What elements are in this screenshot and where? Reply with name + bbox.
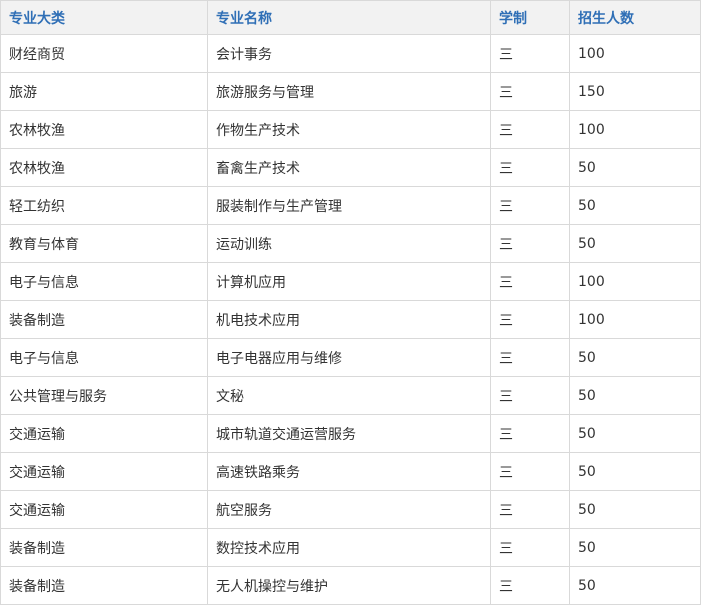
table-row: 公共管理与服务 文秘 三 50 xyxy=(0,376,701,415)
cell-major-category: 公共管理与服务 xyxy=(0,376,208,415)
cell-study-length: 三 xyxy=(490,186,570,225)
cell-enrollment-count: 100 xyxy=(569,300,701,339)
cell-major-category: 交通运输 xyxy=(0,414,208,453)
cell-major-category: 交通运输 xyxy=(0,452,208,491)
cell-major-category: 农林牧渔 xyxy=(0,110,208,149)
header-row: 专业大类 专业名称 学制 招生人数 xyxy=(0,0,701,35)
cell-major-name: 服装制作与生产管理 xyxy=(207,186,491,225)
cell-major-name: 文秘 xyxy=(207,376,491,415)
cell-enrollment-count: 50 xyxy=(569,452,701,491)
table-header: 专业大类 专业名称 学制 招生人数 xyxy=(0,0,701,35)
table-row: 装备制造 机电技术应用 三 100 xyxy=(0,300,701,339)
table-row: 旅游 旅游服务与管理 三 150 xyxy=(0,72,701,111)
table-row: 装备制造 无人机操控与维护 三 50 xyxy=(0,566,701,605)
cell-enrollment-count: 100 xyxy=(569,34,701,73)
cell-major-name: 畜禽生产技术 xyxy=(207,148,491,187)
cell-enrollment-count: 50 xyxy=(569,224,701,263)
table-row: 财经商贸 会计事务 三 100 xyxy=(0,34,701,73)
table-row: 交通运输 航空服务 三 50 xyxy=(0,490,701,529)
cell-study-length: 三 xyxy=(490,224,570,263)
cell-enrollment-count: 50 xyxy=(569,528,701,567)
header-major-name: 专业名称 xyxy=(207,0,491,35)
cell-major-category: 教育与体育 xyxy=(0,224,208,263)
enrollment-table: 专业大类 专业名称 学制 招生人数 财经商贸 会计事务 三 100 旅游 旅游服… xyxy=(0,0,701,605)
cell-enrollment-count: 50 xyxy=(569,376,701,415)
cell-major-category: 电子与信息 xyxy=(0,338,208,377)
cell-major-name: 城市轨道交通运营服务 xyxy=(207,414,491,453)
cell-study-length: 三 xyxy=(490,566,570,605)
cell-study-length: 三 xyxy=(490,528,570,567)
cell-study-length: 三 xyxy=(490,338,570,377)
cell-study-length: 三 xyxy=(490,34,570,73)
cell-major-category: 轻工纺织 xyxy=(0,186,208,225)
cell-major-category: 交通运输 xyxy=(0,490,208,529)
cell-major-category: 装备制造 xyxy=(0,300,208,339)
table-row: 农林牧渔 畜禽生产技术 三 50 xyxy=(0,148,701,187)
table-row: 电子与信息 计算机应用 三 100 xyxy=(0,262,701,301)
cell-study-length: 三 xyxy=(490,452,570,491)
cell-study-length: 三 xyxy=(490,414,570,453)
table-row: 电子与信息 电子电器应用与维修 三 50 xyxy=(0,338,701,377)
header-study-length: 学制 xyxy=(490,0,570,35)
cell-major-category: 农林牧渔 xyxy=(0,148,208,187)
cell-enrollment-count: 150 xyxy=(569,72,701,111)
cell-major-name: 无人机操控与维护 xyxy=(207,566,491,605)
cell-study-length: 三 xyxy=(490,72,570,111)
cell-major-category: 旅游 xyxy=(0,72,208,111)
cell-enrollment-count: 50 xyxy=(569,566,701,605)
cell-major-name: 高速铁路乘务 xyxy=(207,452,491,491)
cell-major-name: 作物生产技术 xyxy=(207,110,491,149)
cell-major-name: 运动训练 xyxy=(207,224,491,263)
table-row: 轻工纺织 服装制作与生产管理 三 50 xyxy=(0,186,701,225)
header-major-category: 专业大类 xyxy=(0,0,208,35)
table-row: 交通运输 城市轨道交通运营服务 三 50 xyxy=(0,414,701,453)
cell-major-name: 电子电器应用与维修 xyxy=(207,338,491,377)
table-row: 装备制造 数控技术应用 三 50 xyxy=(0,528,701,567)
cell-enrollment-count: 50 xyxy=(569,148,701,187)
table-row: 教育与体育 运动训练 三 50 xyxy=(0,224,701,263)
cell-study-length: 三 xyxy=(490,376,570,415)
cell-major-category: 财经商贸 xyxy=(0,34,208,73)
cell-enrollment-count: 50 xyxy=(569,338,701,377)
cell-major-name: 计算机应用 xyxy=(207,262,491,301)
cell-study-length: 三 xyxy=(490,300,570,339)
cell-enrollment-count: 100 xyxy=(569,110,701,149)
cell-major-name: 数控技术应用 xyxy=(207,528,491,567)
cell-enrollment-count: 50 xyxy=(569,490,701,529)
cell-major-name: 机电技术应用 xyxy=(207,300,491,339)
header-enrollment-count: 招生人数 xyxy=(569,0,701,35)
table-body: 财经商贸 会计事务 三 100 旅游 旅游服务与管理 三 150 农林牧渔 作物… xyxy=(0,34,701,605)
cell-enrollment-count: 50 xyxy=(569,186,701,225)
cell-study-length: 三 xyxy=(490,490,570,529)
cell-enrollment-count: 50 xyxy=(569,414,701,453)
cell-major-category: 装备制造 xyxy=(0,528,208,567)
table-row: 交通运输 高速铁路乘务 三 50 xyxy=(0,452,701,491)
table-row: 农林牧渔 作物生产技术 三 100 xyxy=(0,110,701,149)
cell-enrollment-count: 100 xyxy=(569,262,701,301)
cell-major-name: 航空服务 xyxy=(207,490,491,529)
cell-major-name: 会计事务 xyxy=(207,34,491,73)
cell-major-category: 电子与信息 xyxy=(0,262,208,301)
cell-study-length: 三 xyxy=(490,148,570,187)
cell-study-length: 三 xyxy=(490,262,570,301)
cell-study-length: 三 xyxy=(490,110,570,149)
cell-major-name: 旅游服务与管理 xyxy=(207,72,491,111)
cell-major-category: 装备制造 xyxy=(0,566,208,605)
